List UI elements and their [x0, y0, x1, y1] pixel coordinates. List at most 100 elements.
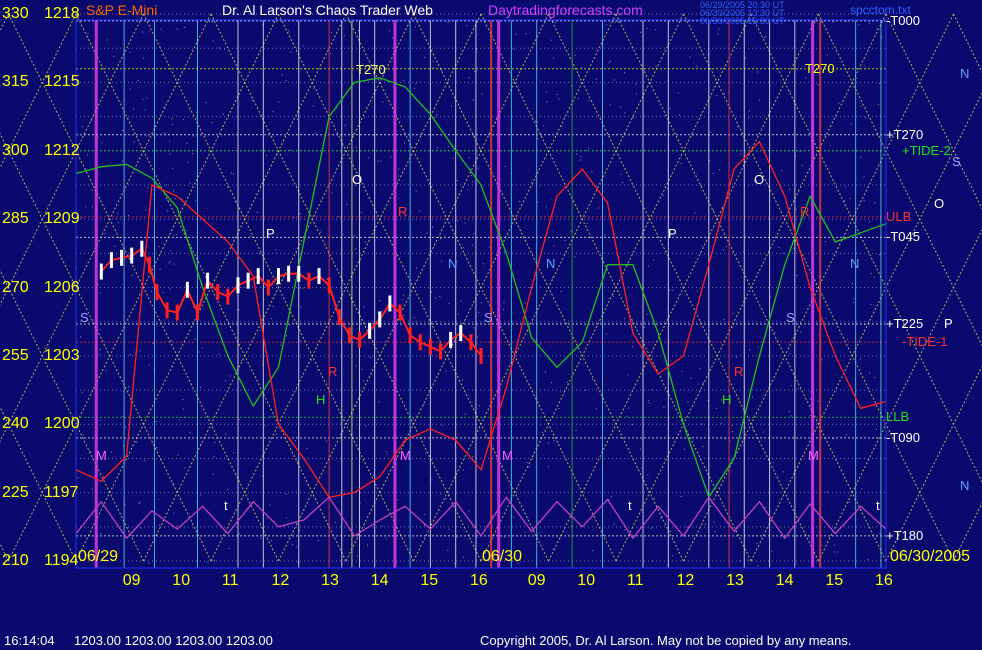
- noise-dot: [718, 28, 720, 30]
- noise-dot: [585, 149, 587, 151]
- noise-dot: [261, 116, 263, 118]
- noise-dot: [346, 203, 348, 205]
- noise-dot: [201, 347, 203, 349]
- noise-dot: [363, 306, 365, 308]
- noise-dot: [77, 477, 79, 479]
- noise-dot: [424, 513, 426, 515]
- noise-dot: [239, 418, 241, 420]
- noise-dot: [151, 291, 153, 293]
- noise-dot: [240, 359, 242, 361]
- noise-dot: [879, 532, 881, 534]
- noise-dot: [471, 244, 473, 246]
- noise-dot: [726, 245, 728, 247]
- noise-dot: [218, 353, 220, 355]
- noise-dot: [588, 100, 590, 102]
- noise-dot: [473, 327, 475, 329]
- noise-dot: [825, 317, 827, 319]
- noise-dot: [478, 311, 480, 313]
- noise-dot: [655, 28, 657, 30]
- cycle-letter: N: [546, 256, 556, 271]
- noise-dot: [702, 445, 704, 447]
- noise-dot: [789, 90, 791, 92]
- noise-dot: [701, 184, 703, 186]
- noise-dot: [488, 246, 490, 248]
- noise-dot: [139, 350, 141, 352]
- noise-dot: [81, 126, 83, 128]
- noise-dot: [588, 147, 590, 149]
- cycle-letter: N: [960, 478, 970, 493]
- noise-dot: [810, 415, 812, 417]
- noise-dot: [623, 317, 625, 319]
- level-label: -T045: [886, 229, 920, 245]
- noise-dot: [513, 48, 515, 50]
- noise-dot: [853, 298, 855, 300]
- noise-dot: [613, 295, 615, 297]
- cycle-letter: S: [484, 310, 493, 325]
- level-label: ULB: [886, 208, 912, 224]
- noise-dot: [669, 107, 671, 109]
- cycle-letter: P: [668, 226, 677, 241]
- diagonal-line: [750, 91, 982, 562]
- noise-dot: [810, 391, 812, 393]
- noise-dot: [696, 65, 698, 67]
- noise-dot: [716, 407, 718, 409]
- noise-dot: [680, 496, 682, 498]
- noise-dot: [463, 556, 465, 558]
- noise-dot: [580, 155, 582, 157]
- noise-dot: [299, 529, 301, 531]
- site-link[interactable]: Daytradingforecasts.com: [488, 2, 643, 18]
- y-tick-price: 1197: [44, 483, 79, 501]
- noise-dot: [789, 353, 791, 355]
- noise-dot: [503, 301, 505, 303]
- noise-dot: [176, 233, 178, 235]
- noise-dot: [435, 297, 436, 299]
- noise-dot: [285, 80, 287, 82]
- cycle-letter: N: [960, 66, 970, 81]
- noise-dot: [680, 163, 682, 165]
- noise-dot: [272, 111, 274, 113]
- noise-dot: [543, 124, 545, 126]
- noise-dot: [646, 28, 648, 30]
- noise-dot: [98, 353, 100, 355]
- cycle-letter: H: [722, 392, 732, 407]
- noise-dot: [136, 441, 138, 443]
- cycle-letter: O: [934, 196, 945, 211]
- noise-dot: [686, 526, 688, 528]
- noise-dot: [355, 146, 357, 148]
- noise-dot: [467, 189, 469, 191]
- noise-dot: [179, 419, 181, 421]
- noise-dot: [164, 132, 166, 134]
- noise-dot: [165, 184, 167, 186]
- noise-dot: [173, 190, 175, 192]
- noise-dot: [369, 356, 371, 358]
- noise-dot: [473, 232, 475, 234]
- noise-dot: [177, 525, 179, 527]
- noise-dot: [448, 528, 450, 530]
- noise-dot: [389, 30, 391, 32]
- noise-dot: [540, 343, 542, 345]
- noise-dot: [878, 82, 880, 84]
- noise-dot: [147, 187, 149, 189]
- noise-dot: [801, 164, 803, 166]
- noise-dot: [423, 404, 425, 406]
- noise-dot: [845, 434, 847, 436]
- noise-dot: [471, 180, 473, 182]
- noise-dot: [592, 550, 594, 552]
- cycle-letter: t: [628, 498, 632, 513]
- noise-dot: [270, 415, 272, 417]
- cycle-letter: R: [328, 364, 338, 379]
- y-tick-price: 1215: [44, 73, 80, 91]
- noise-dot: [87, 32, 89, 34]
- y-tick-left: 315: [2, 73, 29, 91]
- noise-dot: [757, 346, 759, 348]
- noise-dot: [414, 87, 416, 89]
- cycle-letter: N: [850, 256, 860, 271]
- noise-dot: [171, 118, 173, 120]
- noise-dot: [860, 156, 862, 158]
- x-tick-day2: 16: [874, 572, 893, 589]
- noise-dot: [441, 260, 443, 262]
- noise-dot: [276, 433, 277, 435]
- noise-dot: [591, 171, 593, 173]
- noise-dot: [826, 54, 828, 56]
- noise-dot: [525, 33, 527, 35]
